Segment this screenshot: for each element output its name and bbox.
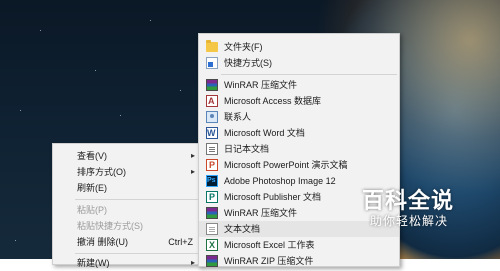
excel-icon [206, 237, 218, 253]
menu-item-label: Microsoft Excel 工作表 [224, 240, 315, 250]
menu-item-new-winrar-zip[interactable]: WinRAR ZIP 压缩文件 [199, 253, 399, 269]
menu-item-label: Microsoft PowerPoint 演示文稿 [224, 160, 348, 170]
menu-item-label: 日记本文档 [224, 144, 270, 154]
menu-item-undo-delete[interactable]: 撤消 删除(U) Ctrl+Z [53, 234, 201, 250]
menu-item-paste[interactable]: 粘贴(P) [53, 202, 201, 218]
journal-icon [206, 143, 218, 155]
winrar-icon [206, 207, 218, 219]
powerpoint-icon [206, 157, 218, 173]
menu-item-label: 排序方式(O) [77, 167, 126, 177]
chevron-right-icon: ▸ [190, 258, 195, 267]
chevron-right-icon: ▸ [190, 151, 195, 160]
menu-separator [75, 199, 199, 200]
menu-item-label: WinRAR 压缩文件 [224, 80, 298, 90]
menu-item-new-folder[interactable]: 文件夹(F) [199, 39, 399, 55]
menu-item-new[interactable]: 新建(W) ▸ [53, 255, 201, 271]
menu-item-label: 查看(V) [77, 151, 107, 161]
menu-separator [75, 253, 199, 254]
watermark-subtitle: 助你轻松解决 [370, 214, 449, 228]
menu-item-label: 文件夹(F) [224, 42, 263, 52]
menu-item-label: 新建(W) [77, 258, 110, 268]
menu-item-label: 撤消 删除(U) [77, 237, 128, 247]
menu-item-label: 刷新(E) [77, 183, 107, 193]
menu-item-label: 快捷方式(S) [224, 58, 272, 68]
menu-item-label: Microsoft Access 数据库 [224, 96, 322, 106]
menu-item-label: 文本文档 [224, 224, 261, 234]
watermark-logo: 百科全说 助你轻松解决 [348, 180, 468, 232]
menu-item-new-winrar-archive[interactable]: WinRAR 压缩文件 [199, 77, 399, 93]
desktop-context-menu: 查看(V) ▸ 排序方式(O) ▸ 刷新(E) 粘贴(P) 粘贴快捷方式(S) … [52, 143, 202, 268]
menu-item-label: Microsoft Word 文档 [224, 128, 305, 138]
menu-item-label: WinRAR 压缩文件 [224, 208, 298, 218]
publisher-icon [206, 189, 218, 205]
winrar-zip-icon [206, 255, 218, 267]
menu-separator [221, 74, 397, 75]
menu-item-new-excel-worksheet[interactable]: Microsoft Excel 工作表 [199, 237, 399, 253]
menu-item-label: Adobe Photoshop Image 12 [224, 176, 336, 186]
menu-item-new-contact[interactable]: 联系人 [199, 109, 399, 125]
photoshop-icon [206, 173, 218, 189]
menu-item-new-shortcut[interactable]: 快捷方式(S) [199, 55, 399, 71]
menu-item-label: 粘贴快捷方式(S) [77, 221, 143, 231]
menu-item-shortcut: Ctrl+Z [168, 237, 193, 247]
shortcut-icon [206, 57, 218, 69]
menu-item-label: 联系人 [224, 112, 252, 122]
menu-item-sort-by[interactable]: 排序方式(O) ▸ [53, 164, 201, 180]
chevron-right-icon: ▸ [190, 167, 195, 176]
folder-icon [206, 40, 218, 52]
watermark-title: 百科全说 [362, 188, 455, 213]
menu-item-new-access-database[interactable]: Microsoft Access 数据库 [199, 93, 399, 109]
menu-item-paste-shortcut[interactable]: 粘贴快捷方式(S) [53, 218, 201, 234]
text-document-icon [206, 223, 218, 235]
menu-item-new-journal-document[interactable]: 日记本文档 [199, 141, 399, 157]
menu-item-label: 粘贴(P) [77, 205, 107, 215]
menu-item-new-powerpoint-presentation[interactable]: Microsoft PowerPoint 演示文稿 [199, 157, 399, 173]
menu-item-refresh[interactable]: 刷新(E) [53, 180, 201, 196]
winrar-icon [206, 79, 218, 91]
contact-icon [206, 111, 218, 123]
menu-item-label: Microsoft Publisher 文档 [224, 192, 322, 202]
menu-item-label: WinRAR ZIP 压缩文件 [224, 256, 314, 266]
access-icon [206, 93, 218, 109]
menu-item-view[interactable]: 查看(V) ▸ [53, 148, 201, 164]
menu-item-new-word-document[interactable]: Microsoft Word 文档 [199, 125, 399, 141]
word-icon [206, 125, 218, 141]
